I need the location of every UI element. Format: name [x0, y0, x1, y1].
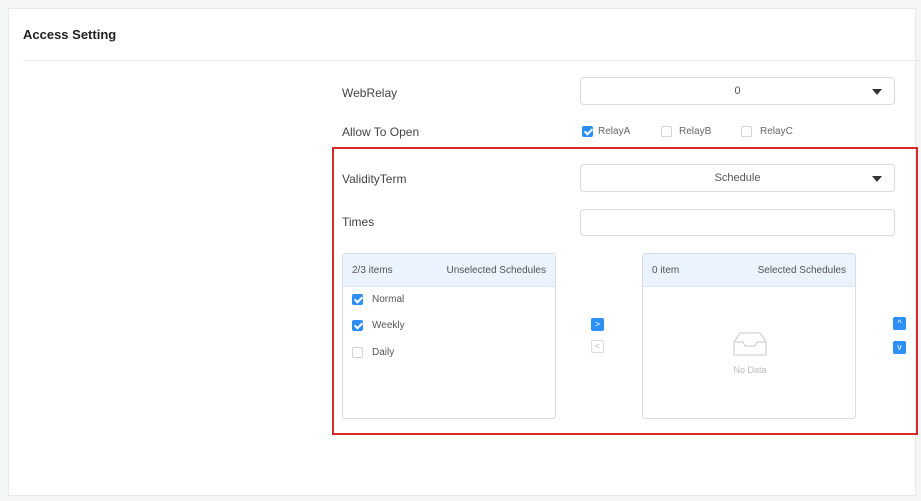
times-input[interactable]: [580, 209, 895, 236]
relay-b-label: RelayB: [679, 126, 712, 137]
schedule-normal-label: Normal: [372, 294, 405, 305]
unselected-title: Unselected Schedules: [446, 265, 546, 276]
validity-term-value: Schedule: [714, 172, 761, 184]
relay-c-checkbox[interactable]: [741, 126, 752, 137]
schedule-weekly-label: Weekly: [372, 320, 405, 331]
move-up-button[interactable]: ^: [893, 317, 906, 330]
validity-term-label: ValidityTerm: [342, 172, 407, 186]
times-label: Times: [342, 215, 375, 229]
webrelay-value: 0: [734, 85, 741, 97]
selected-count: 0 item: [652, 265, 680, 276]
section-title: Access Setting: [23, 27, 117, 42]
selected-header: 0 item Selected Schedules: [643, 254, 855, 287]
schedule-daily-checkbox[interactable]: [352, 347, 363, 358]
chevron-down-icon: [872, 176, 882, 182]
no-data-text: No Data: [733, 365, 767, 375]
selected-title: Selected Schedules: [757, 265, 846, 276]
allow-to-open-label: Allow To Open: [342, 125, 420, 139]
relay-a-label: RelayA: [598, 126, 631, 137]
validity-term-select[interactable]: Schedule: [580, 164, 895, 192]
webrelay-select[interactable]: 0: [580, 77, 895, 105]
empty-inbox-icon: [733, 332, 767, 356]
unselected-schedules-box: 2/3 items Unselected Schedules: [342, 253, 556, 419]
schedule-normal-checkbox[interactable]: [352, 294, 363, 305]
unselected-header: 2/3 items Unselected Schedules: [343, 254, 555, 287]
relay-a-checkbox[interactable]: [582, 126, 593, 137]
title-divider: [23, 60, 920, 61]
move-left-button[interactable]: <: [591, 340, 604, 353]
move-down-button[interactable]: v: [893, 341, 906, 354]
webrelay-label: WebRelay: [342, 86, 398, 100]
schedule-daily-label: Daily: [372, 347, 395, 358]
relay-c-label: RelayC: [760, 126, 793, 137]
move-right-button[interactable]: >: [591, 318, 604, 331]
schedule-weekly-checkbox[interactable]: [352, 320, 363, 331]
relay-b-checkbox[interactable]: [661, 126, 672, 137]
chevron-down-icon: [872, 89, 882, 95]
unselected-count: 2/3 items: [352, 265, 393, 276]
